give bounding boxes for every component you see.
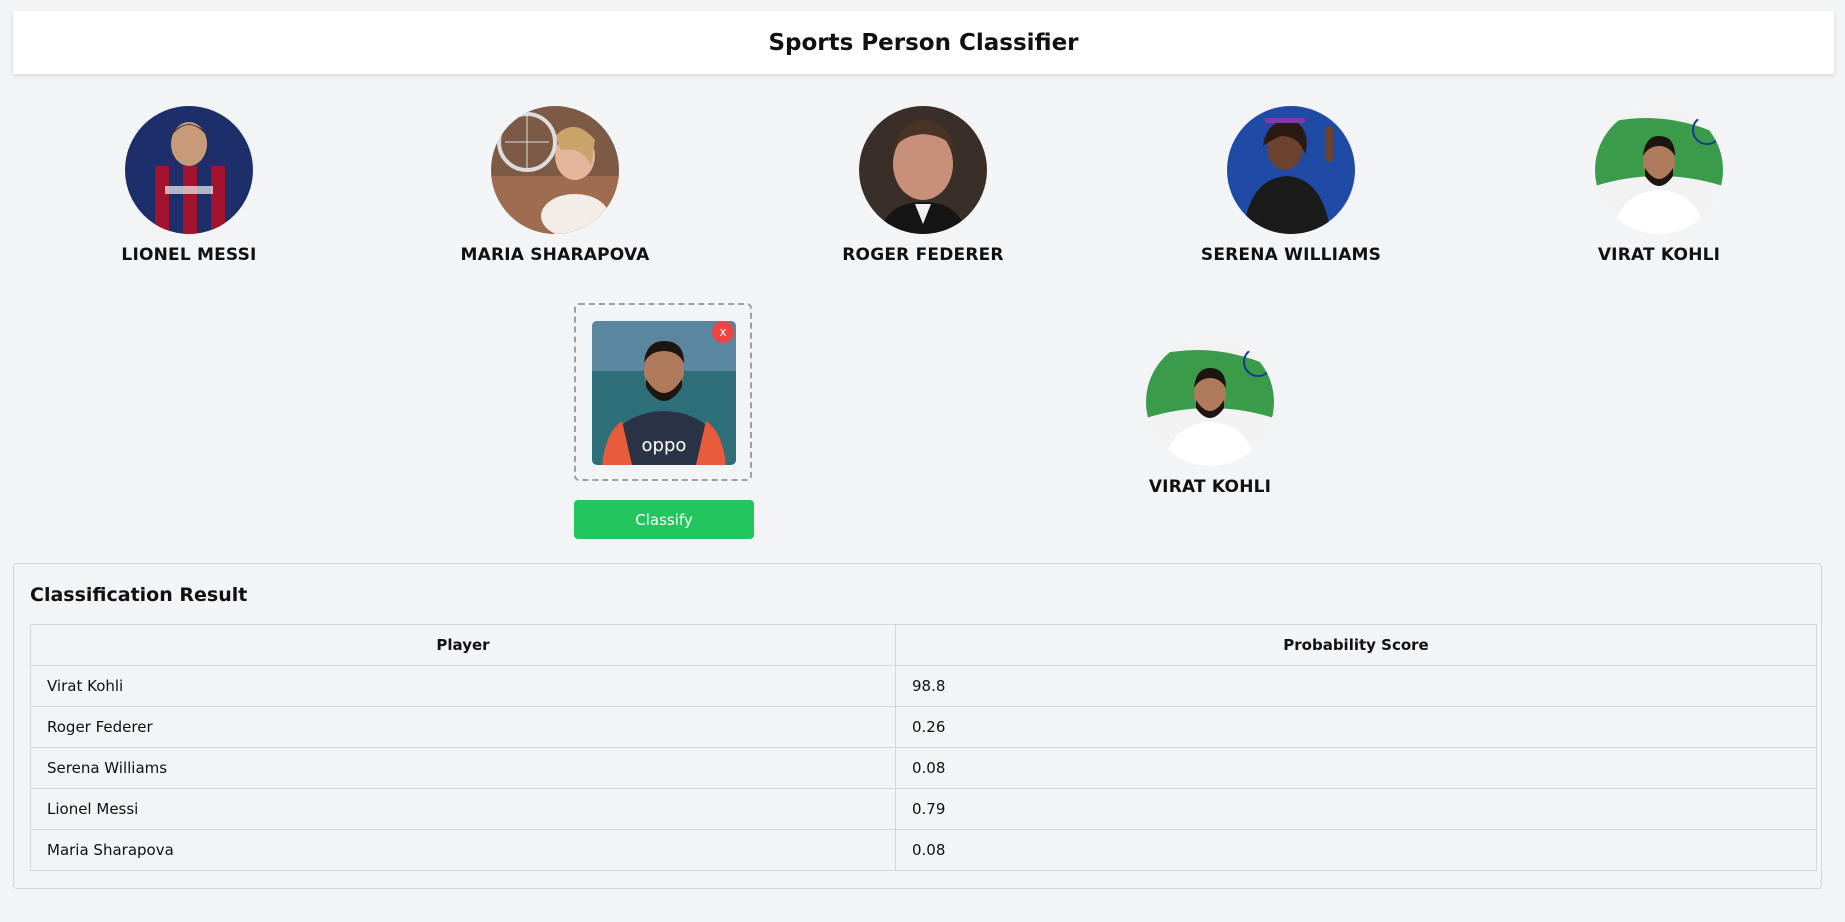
predicted-player-card: VIRAT KOHLI: [1100, 338, 1320, 497]
maria-sharapova-photo: [491, 106, 619, 234]
player-card-sharapova: MARIA SHARAPOVA: [445, 106, 665, 265]
player-card-federer: ROGER FEDERER: [813, 106, 1033, 265]
result-table: Player Probability Score Virat Kohli 98.…: [30, 624, 1817, 871]
image-dropzone[interactable]: oppo x: [574, 303, 752, 481]
table-header-row: Player Probability Score: [30, 624, 1817, 666]
predicted-player-name: VIRAT KOHLI: [1148, 477, 1272, 497]
player-name: SERENA WILLIAMS: [1200, 245, 1382, 265]
table-row: Maria Sharapova 0.08: [30, 829, 1817, 871]
roger-federer-photo: [859, 106, 987, 234]
table-row: Roger Federer 0.26: [30, 706, 1817, 748]
player-cell: Serena Williams: [30, 747, 896, 789]
player-name: VIRAT KOHLI: [1597, 245, 1721, 265]
player-gallery: LIONEL MESSI MARIA SHARAPOVA ROGER FEDER…: [0, 106, 1845, 276]
lionel-messi-photo: [125, 106, 253, 234]
player-cell: Virat Kohli: [30, 665, 896, 707]
virat-kohli-photo: [1146, 338, 1274, 466]
column-header-probability: Probability Score: [895, 624, 1817, 666]
table-row: Serena Williams 0.08: [30, 747, 1817, 789]
player-card-kohli: VIRAT KOHLI: [1549, 106, 1769, 265]
remove-image-button[interactable]: x: [712, 321, 734, 343]
page-title: Sports Person Classifier: [768, 29, 1079, 56]
player-name: ROGER FEDERER: [842, 245, 1004, 265]
table-row: Lionel Messi 0.79: [30, 788, 1817, 830]
player-card-messi: LIONEL MESSI: [79, 106, 299, 265]
player-cell: Maria Sharapova: [30, 829, 896, 871]
player-name: MARIA SHARAPOVA: [460, 245, 650, 265]
result-title: Classification Result: [30, 584, 248, 606]
player-name: LIONEL MESSI: [121, 245, 257, 265]
score-cell: 98.8: [895, 665, 1817, 707]
score-cell: 0.08: [895, 747, 1817, 789]
score-cell: 0.08: [895, 829, 1817, 871]
uploaded-image-preview: oppo: [592, 321, 736, 465]
player-cell: Lionel Messi: [30, 788, 896, 830]
player-card-williams: SERENA WILLIAMS: [1181, 106, 1401, 265]
virat-kohli-photo: [1595, 106, 1723, 234]
column-header-player: Player: [30, 624, 896, 666]
classify-button[interactable]: Classify: [574, 500, 754, 539]
table-row: Virat Kohli 98.8: [30, 665, 1817, 707]
player-cell: Roger Federer: [30, 706, 896, 748]
app-header: Sports Person Classifier: [13, 11, 1834, 74]
serena-williams-photo: [1227, 106, 1355, 234]
score-cell: 0.79: [895, 788, 1817, 830]
score-cell: 0.26: [895, 706, 1817, 748]
classification-result-panel: Classification Result Player Probability…: [13, 563, 1822, 889]
svg-text:oppo: oppo: [642, 435, 687, 456]
